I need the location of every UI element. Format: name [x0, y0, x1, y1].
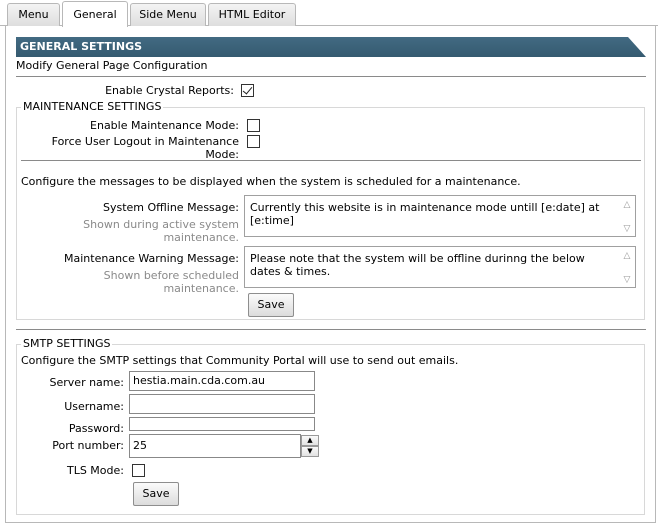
tab-side-menu[interactable]: Side Menu	[130, 3, 206, 26]
offline-message-value: Currently this website is in maintenance…	[250, 201, 600, 227]
chevron-down-icon[interactable]: ▽	[621, 223, 633, 236]
warning-message-label: Maintenance Warning Message:	[64, 252, 239, 265]
chevron-up-icon[interactable]: △	[621, 250, 633, 263]
tab-panel-general: GENERAL SETTINGS Modify General Page Con…	[5, 26, 656, 523]
username-label: Username:	[64, 400, 124, 413]
username-input[interactable]	[129, 394, 315, 414]
chevron-down-icon[interactable]: ▼	[301, 446, 319, 457]
password-label: Password:	[68, 422, 124, 435]
tab-bar: Menu General Side Menu HTML Editor	[0, 0, 658, 27]
tab-menu[interactable]: Menu	[7, 3, 60, 26]
warning-message-value: Please note that the system will be offl…	[250, 252, 585, 278]
enable-maintenance-checkbox[interactable]	[247, 119, 260, 132]
divider	[16, 76, 646, 77]
offline-message-hint: Shown during active system maintenance.	[83, 218, 239, 244]
crystal-reports-label: Enable Crystal Reports:	[105, 84, 234, 97]
tls-mode-checkbox[interactable]	[132, 464, 145, 477]
maintenance-description: Configure the messages to be displayed w…	[21, 175, 521, 188]
enable-maintenance-label: Enable Maintenance Mode:	[90, 119, 239, 132]
tls-mode-label: TLS Mode:	[66, 464, 124, 477]
server-name-input[interactable]: hestia.main.cda.com.au	[129, 371, 315, 391]
tab-general[interactable]: General	[62, 1, 128, 27]
chevron-up-icon[interactable]: ▲	[301, 435, 319, 446]
force-logout-label: Force User Logout in Maintenance Mode:	[51, 135, 239, 161]
smtp-description: Configure the SMTP settings that Communi…	[21, 354, 459, 367]
maintenance-settings-legend: MAINTENANCE SETTINGS	[21, 100, 164, 113]
offline-message-label: System Offline Message:	[102, 201, 239, 214]
port-number-label: Port number:	[52, 439, 124, 452]
chevron-down-icon[interactable]: ▽	[621, 274, 633, 287]
warning-message-textarea[interactable]: Please note that the system will be offl…	[244, 246, 636, 288]
offline-message-textarea[interactable]: Currently this website is in maintenance…	[244, 195, 636, 237]
divider	[21, 160, 641, 161]
server-name-label: Server name:	[49, 376, 124, 389]
port-number-input[interactable]: 25	[129, 434, 301, 458]
password-input[interactable]	[129, 417, 315, 431]
warning-message-hint: Shown before scheduled maintenance.	[103, 269, 239, 295]
chevron-up-icon[interactable]: △	[621, 199, 633, 212]
maintenance-save-button[interactable]: Save	[248, 293, 294, 317]
crystal-reports-checkbox[interactable]	[241, 84, 254, 97]
smtp-settings-legend: SMTP SETTINGS	[21, 337, 113, 350]
tab-html-editor[interactable]: HTML Editor	[208, 3, 296, 26]
force-logout-checkbox[interactable]	[247, 135, 260, 148]
smtp-save-button[interactable]: Save	[133, 482, 179, 506]
general-subtitle: Modify General Page Configuration	[16, 59, 208, 72]
divider	[16, 329, 646, 330]
general-settings-header: GENERAL SETTINGS	[16, 37, 646, 57]
